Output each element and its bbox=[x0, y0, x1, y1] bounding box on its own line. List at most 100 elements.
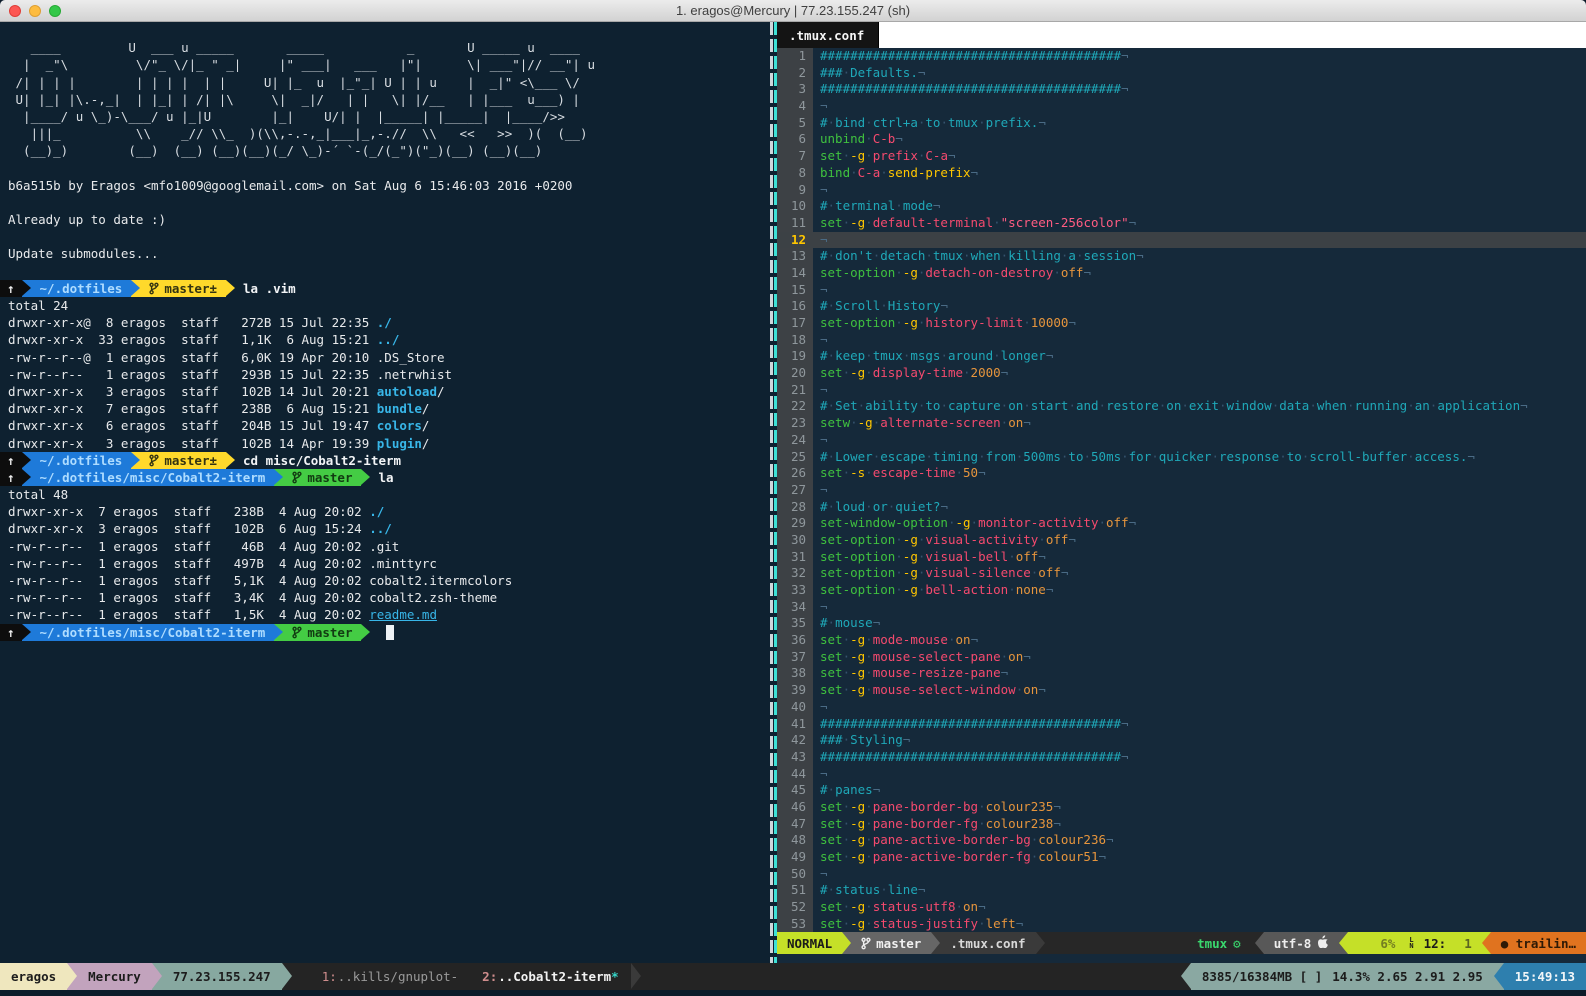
tmux-pane-border[interactable] bbox=[770, 22, 777, 963]
vim-line[interactable]: 1#######################################… bbox=[777, 48, 1586, 65]
shell-prompt: ↑~/.dotfilesmaster±cd misc/Cobalt2-iterm bbox=[0, 452, 770, 469]
vim-line[interactable]: 29set-window-option·-g·monitor-activity·… bbox=[777, 515, 1586, 532]
vim-line[interactable]: 7set·-g·prefix·C-a¬ bbox=[777, 148, 1586, 165]
vim-line[interactable]: 42###·Styling¬ bbox=[777, 732, 1586, 749]
vim-line[interactable]: 35#·mouse¬ bbox=[777, 615, 1586, 632]
vim-line[interactable]: 9¬ bbox=[777, 182, 1586, 199]
terminal-line: -rw-r--r-- 1 eragos staff 1,5K 4 Aug 20:… bbox=[0, 606, 770, 623]
vim-line-content: set·-g·pane-border-bg·colour235¬ bbox=[813, 799, 1586, 816]
vim-line[interactable]: 8bind·C-a·send-prefix¬ bbox=[777, 165, 1586, 182]
vim-line[interactable]: 15¬ bbox=[777, 282, 1586, 299]
vim-line[interactable]: 24¬ bbox=[777, 432, 1586, 449]
vim-line-content: ########################################… bbox=[813, 716, 1586, 733]
vim-line[interactable]: 39set·-g·mouse-select-window·on¬ bbox=[777, 682, 1586, 699]
tmux-session-name[interactable]: eragos bbox=[0, 963, 67, 990]
vim-line[interactable]: 20set·-g·display-time·2000¬ bbox=[777, 365, 1586, 382]
terminal-line: | _"\ \/"_ \/|_ " _| |" ___| ___ |"| \| … bbox=[0, 56, 770, 73]
vim-line[interactable]: 22#·Set·ability·to·capture·on·start·and·… bbox=[777, 398, 1586, 415]
vim-line[interactable]: 44¬ bbox=[777, 766, 1586, 783]
vim-line-content: ¬ bbox=[813, 382, 1586, 399]
tmux-status-bar: eragos Mercury 77.23.155.247 1:..kills/g… bbox=[0, 963, 1586, 990]
vim-line[interactable]: 25#·Lower·escape·timing·from·500ms·to·50… bbox=[777, 449, 1586, 466]
vim-line[interactable]: 5#·bind·ctrl+a·to·tmux·prefix.¬ bbox=[777, 115, 1586, 132]
vim-line[interactable]: 4¬ bbox=[777, 98, 1586, 115]
vim-line-number: 35 bbox=[777, 615, 813, 632]
vim-line[interactable]: 32set-option·-g·visual-silence·off¬ bbox=[777, 565, 1586, 582]
vim-line[interactable]: 14set-option·-g·detach-on-destroy·off¬ bbox=[777, 265, 1586, 282]
vim-line[interactable]: 16#·Scroll·History¬ bbox=[777, 298, 1586, 315]
vim-line[interactable]: 33set-option·-g·bell-action·none¬ bbox=[777, 582, 1586, 599]
tmux-window-inactive[interactable]: 1:..kills/gnuplot- bbox=[310, 963, 470, 990]
command-input[interactable]: cd misc/Cobalt2-iterm bbox=[243, 452, 401, 469]
vim-line[interactable]: 12¬ bbox=[777, 232, 1586, 249]
prompt-path-segment: ~/.dotfiles/misc/Cobalt2-iterm bbox=[31, 469, 275, 486]
close-window-button[interactable] bbox=[9, 5, 21, 17]
vim-tab-tmux-conf[interactable]: .tmux.conf bbox=[777, 22, 879, 48]
vim-line[interactable]: 28#·loud·or·quiet?¬ bbox=[777, 499, 1586, 516]
terminal-cursor bbox=[386, 625, 394, 640]
vim-line-content: set-window-option·-g·monitor-activity·of… bbox=[813, 515, 1586, 532]
vim-line[interactable]: 53set·-g·status-justify·left¬ bbox=[777, 916, 1586, 933]
vim-line[interactable]: 2###·Defaults.¬ bbox=[777, 65, 1586, 82]
vim-line[interactable]: 43######################################… bbox=[777, 749, 1586, 766]
vim-line-content: ¬ bbox=[813, 432, 1586, 449]
vim-line[interactable]: 46set·-g·pane-border-bg·colour235¬ bbox=[777, 799, 1586, 816]
vim-line-number: 52 bbox=[777, 899, 813, 916]
vim-line-number: 29 bbox=[777, 515, 813, 532]
vim-line[interactable]: 49set·-g·pane-active-border-fg·colour51¬ bbox=[777, 849, 1586, 866]
vim-line[interactable]: 13#·don't·detach·tmux·when·killing·a·ses… bbox=[777, 248, 1586, 265]
vim-line[interactable]: 52set·-g·status-utf8·on¬ bbox=[777, 899, 1586, 916]
vim-line[interactable]: 41######################################… bbox=[777, 716, 1586, 733]
vim-line-content: ¬ bbox=[813, 599, 1586, 616]
shell-pane[interactable]: ____ U ___ u _____ _____ _ U _____ u ___… bbox=[0, 22, 770, 963]
vim-line-content: set·-g·pane-active-border-bg·colour236¬ bbox=[813, 832, 1586, 849]
vim-line[interactable]: 17set-option·-g·history-limit·10000¬ bbox=[777, 315, 1586, 332]
vim-line-number: 34 bbox=[777, 599, 813, 616]
vim-pane[interactable]: .tmux.conf 1############################… bbox=[777, 22, 1586, 963]
terminal-line bbox=[0, 194, 770, 211]
vim-line[interactable]: 45#·panes¬ bbox=[777, 782, 1586, 799]
vim-line[interactable]: 36set·-g·mode-mouse·on¬ bbox=[777, 632, 1586, 649]
vim-line[interactable]: 6unbind·C-b¬ bbox=[777, 131, 1586, 148]
zoom-window-button[interactable] bbox=[49, 5, 61, 17]
vim-line-number: 23 bbox=[777, 415, 813, 432]
vim-line-number: 2 bbox=[777, 65, 813, 82]
vim-line[interactable]: 10#·terminal·mode¬ bbox=[777, 198, 1586, 215]
vim-buffer[interactable]: 1#######################################… bbox=[777, 48, 1586, 932]
vim-line[interactable]: 11set·-g·default-terminal·"screen-256col… bbox=[777, 215, 1586, 232]
vim-line[interactable]: 27¬ bbox=[777, 482, 1586, 499]
terminal-line: (__)_) (__) (__) (__)(__)(_/ \_)-´ `-(_/… bbox=[0, 142, 770, 159]
line-number-icon: L N bbox=[1409, 937, 1413, 949]
vim-line[interactable]: 26set·-s·escape-time·50¬ bbox=[777, 465, 1586, 482]
vim-line-content: set·-g·default-terminal·"screen-256color… bbox=[813, 215, 1586, 232]
tmux-window-active[interactable]: 2:..Cobalt2-iterm* bbox=[470, 963, 630, 990]
vim-line[interactable]: 21¬ bbox=[777, 382, 1586, 399]
vim-line-content: #·Set·ability·to·capture·on·start·and·re… bbox=[813, 398, 1586, 415]
vim-trailing-whitespace-warning: ● trailin… bbox=[1491, 932, 1586, 954]
vim-line[interactable]: 37set·-g·mouse-select-pane·on¬ bbox=[777, 649, 1586, 666]
vim-line[interactable]: 23setw·-g·alternate-screen·on¬ bbox=[777, 415, 1586, 432]
vim-line[interactable]: 19#·keep·tmux·msgs·around·longer¬ bbox=[777, 348, 1586, 365]
vim-line[interactable]: 31set-option·-g·visual-bell·off¬ bbox=[777, 549, 1586, 566]
window-titlebar[interactable]: 1. eragos@Mercury | 77.23.155.247 (sh) bbox=[0, 0, 1586, 22]
vim-line[interactable]: 51#·status·line¬ bbox=[777, 882, 1586, 899]
vim-line[interactable]: 3#######################################… bbox=[777, 81, 1586, 98]
vim-line-number: 43 bbox=[777, 749, 813, 766]
vim-line[interactable]: 38set·-g·mouse-resize-pane¬ bbox=[777, 665, 1586, 682]
command-input[interactable]: la .vim bbox=[243, 280, 296, 297]
vim-line[interactable]: 50¬ bbox=[777, 866, 1586, 883]
vim-line[interactable]: 34¬ bbox=[777, 599, 1586, 616]
vim-line-content: set-option·-g·history-limit·10000¬ bbox=[813, 315, 1586, 332]
vim-line-content: set·-g·mode-mouse·on¬ bbox=[813, 632, 1586, 649]
vim-line-content: set·-g·display-time·2000¬ bbox=[813, 365, 1586, 382]
vim-line-content: ¬ bbox=[813, 482, 1586, 499]
vim-line[interactable]: 48set·-g·pane-active-border-bg·colour236… bbox=[777, 832, 1586, 849]
minimize-window-button[interactable] bbox=[29, 5, 41, 17]
vim-line[interactable]: 30set-option·-g·visual-activity·off¬ bbox=[777, 532, 1586, 549]
vim-line[interactable]: 47set·-g·pane-border-fg·colour238¬ bbox=[777, 816, 1586, 833]
vim-line[interactable]: 40¬ bbox=[777, 699, 1586, 716]
terminal-line: total 24 bbox=[0, 297, 770, 314]
command-input[interactable]: la bbox=[378, 469, 393, 486]
vim-encoding-segment: utf-8 bbox=[1264, 932, 1340, 954]
vim-line[interactable]: 18¬ bbox=[777, 332, 1586, 349]
